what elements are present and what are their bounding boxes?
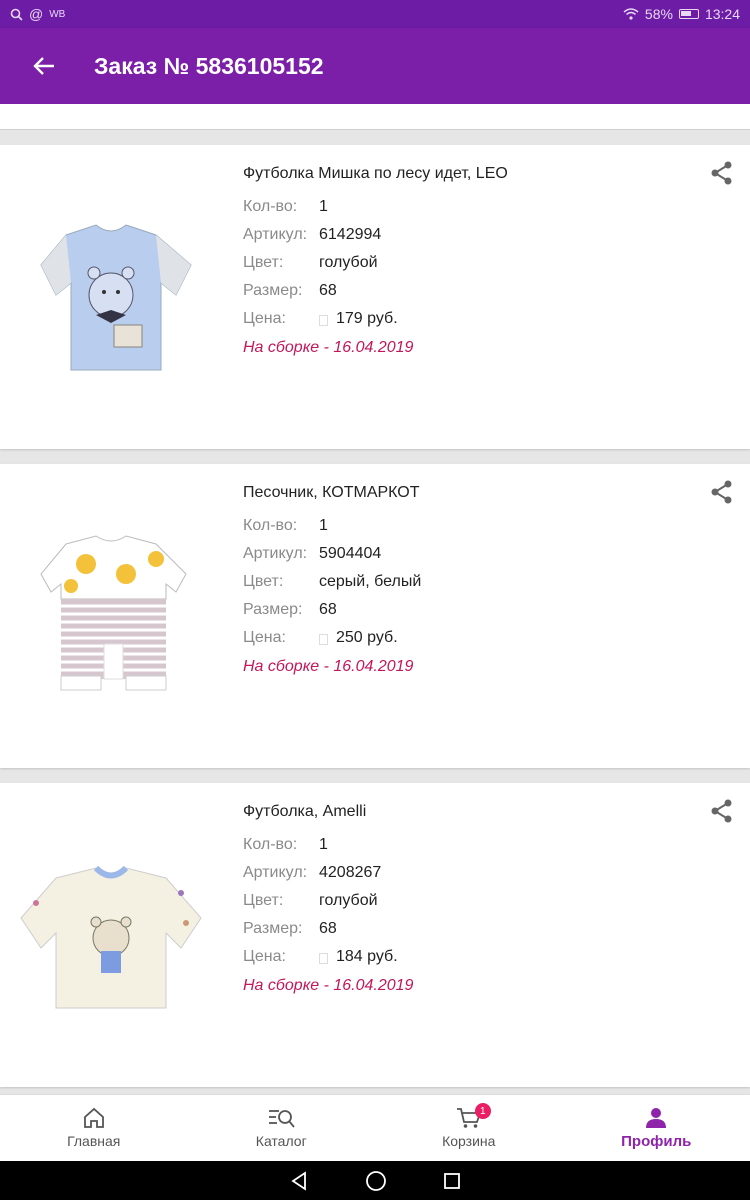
size-value: 68	[319, 282, 337, 299]
article-label: Артикул:	[243, 545, 308, 562]
bottom-navigation: Главная Каталог 1 Корзина Профиль	[0, 1094, 750, 1161]
nav-cart[interactable]: 1 Корзина	[375, 1095, 563, 1161]
price-placeholder-icon	[319, 314, 328, 326]
status-bar: @ WB 58% 13:24	[0, 0, 750, 28]
profile-icon	[646, 1107, 667, 1128]
price-value: 250 руб.	[336, 629, 398, 646]
at-icon: @	[29, 6, 44, 22]
home-icon	[83, 1107, 104, 1128]
search-icon	[10, 8, 23, 21]
qty-value: 1	[319, 198, 328, 215]
price-label: Цена:	[243, 629, 286, 646]
color-value: серый, белый	[319, 573, 422, 590]
order-status: На сборке - 16.04.2019	[243, 339, 414, 356]
size-value: 68	[319, 601, 337, 618]
nav-cart-label: Корзина	[442, 1133, 496, 1149]
order-items-list[interactable]: Футболка Мишка по лесу идет, LEO Кол-во:…	[0, 104, 750, 1094]
article-label: Артикул:	[243, 864, 308, 881]
nav-catalog[interactable]: Каталог	[188, 1095, 376, 1161]
article-row: Артикул: 5904404	[243, 545, 381, 563]
article-value: 6142994	[319, 226, 382, 243]
color-row: Цвет: голубой	[243, 892, 378, 910]
qty-value: 1	[319, 836, 328, 853]
wifi-icon	[623, 8, 639, 20]
article-value: 5904404	[319, 545, 382, 562]
qty-value: 1	[319, 517, 328, 534]
back-button[interactable]	[14, 36, 74, 96]
qty-row: Кол-во: 1	[243, 198, 328, 216]
color-value: голубой	[319, 892, 378, 909]
product-title[interactable]: Футболка Мишка по лесу идет, LEO	[243, 165, 508, 183]
list-top-divider	[0, 104, 750, 130]
qty-label: Кол-во:	[243, 836, 298, 853]
system-recents-icon[interactable]	[443, 1172, 461, 1190]
catalog-search-icon	[269, 1110, 295, 1128]
price-placeholder-icon	[319, 633, 328, 645]
product-image-tshirt-bear-blue[interactable]	[16, 195, 206, 385]
qty-row: Кол-во: 1	[243, 836, 328, 854]
system-back-icon[interactable]	[289, 1170, 309, 1191]
price-value-wrap: 179 руб.	[319, 310, 398, 328]
app-bar: Заказ № 5836105152	[0, 28, 750, 104]
product-image-romper-striped[interactable]	[16, 514, 206, 704]
product-image-tshirt-bear-cream[interactable]	[16, 833, 206, 1023]
price-value: 184 руб.	[336, 948, 398, 965]
wb-label: WB	[49, 8, 66, 20]
nav-profile-label: Профиль	[621, 1132, 692, 1150]
qty-label: Кол-во:	[243, 198, 298, 215]
share-icon[interactable]	[708, 478, 736, 506]
price-value-wrap: 250 руб.	[319, 629, 398, 647]
product-title[interactable]: Футболка, Amelli	[243, 803, 366, 821]
nav-home[interactable]: Главная	[0, 1095, 188, 1161]
article-row: Артикул: 4208267	[243, 864, 381, 882]
share-icon[interactable]	[708, 159, 736, 187]
battery-percent: 58%	[644, 6, 673, 22]
color-value: голубой	[319, 254, 378, 271]
arrow-back-icon	[33, 57, 54, 75]
color-label: Цвет:	[243, 254, 284, 271]
size-row: Размер: 68	[243, 920, 337, 938]
price-placeholder-icon	[319, 952, 328, 964]
product-title[interactable]: Песочник, КОТМАРКОТ	[243, 484, 420, 502]
nav-home-label: Главная	[67, 1133, 121, 1149]
price-row: Цена: 179 руб.	[243, 310, 398, 328]
qty-row: Кол-во: 1	[243, 517, 328, 535]
order-item-card[interactable]: Футболка Мишка по лесу идет, LEO Кол-во:…	[0, 145, 750, 449]
share-icon[interactable]	[708, 797, 736, 825]
order-status: На сборке - 16.04.2019	[243, 977, 414, 994]
price-label: Цена:	[243, 948, 286, 965]
nav-profile[interactable]: Профиль	[563, 1095, 750, 1161]
price-value-wrap: 184 руб.	[319, 948, 398, 966]
size-value: 68	[319, 920, 337, 937]
color-label: Цвет:	[243, 892, 284, 909]
size-label: Размер:	[243, 601, 303, 618]
cart-badge: 1	[474, 1103, 491, 1119]
page-title: Заказ № 5836105152	[94, 52, 324, 79]
price-label: Цена:	[243, 310, 286, 327]
clock: 13:24	[704, 6, 740, 22]
battery-icon	[678, 9, 699, 19]
order-item-card[interactable]: Футболка, Amelli Кол-во: 1 Артикул: 420826…	[0, 783, 750, 1087]
system-navigation-bar	[0, 1161, 750, 1200]
article-label: Артикул:	[243, 226, 308, 243]
article-row: Артикул: 6142994	[243, 226, 381, 244]
qty-label: Кол-во:	[243, 517, 298, 534]
size-label: Размер:	[243, 920, 303, 937]
color-row: Цвет: серый, белый	[243, 573, 421, 591]
price-row: Цена: 184 руб.	[243, 948, 398, 966]
size-label: Размер:	[243, 282, 303, 299]
color-row: Цвет: голубой	[243, 254, 378, 272]
system-home-icon[interactable]	[365, 1170, 387, 1192]
order-item-card[interactable]: Песочник, КОТМАРКОТ Кол-во: 1 Артикул: 590…	[0, 464, 750, 768]
order-status: На сборке - 16.04.2019	[243, 658, 414, 675]
price-row: Цена: 250 руб.	[243, 629, 398, 647]
price-value: 179 руб.	[336, 310, 398, 327]
article-value: 4208267	[319, 864, 382, 881]
color-label: Цвет:	[243, 573, 284, 590]
size-row: Размер: 68	[243, 601, 337, 619]
nav-catalog-label: Каталог	[255, 1133, 307, 1149]
size-row: Размер: 68	[243, 282, 337, 300]
